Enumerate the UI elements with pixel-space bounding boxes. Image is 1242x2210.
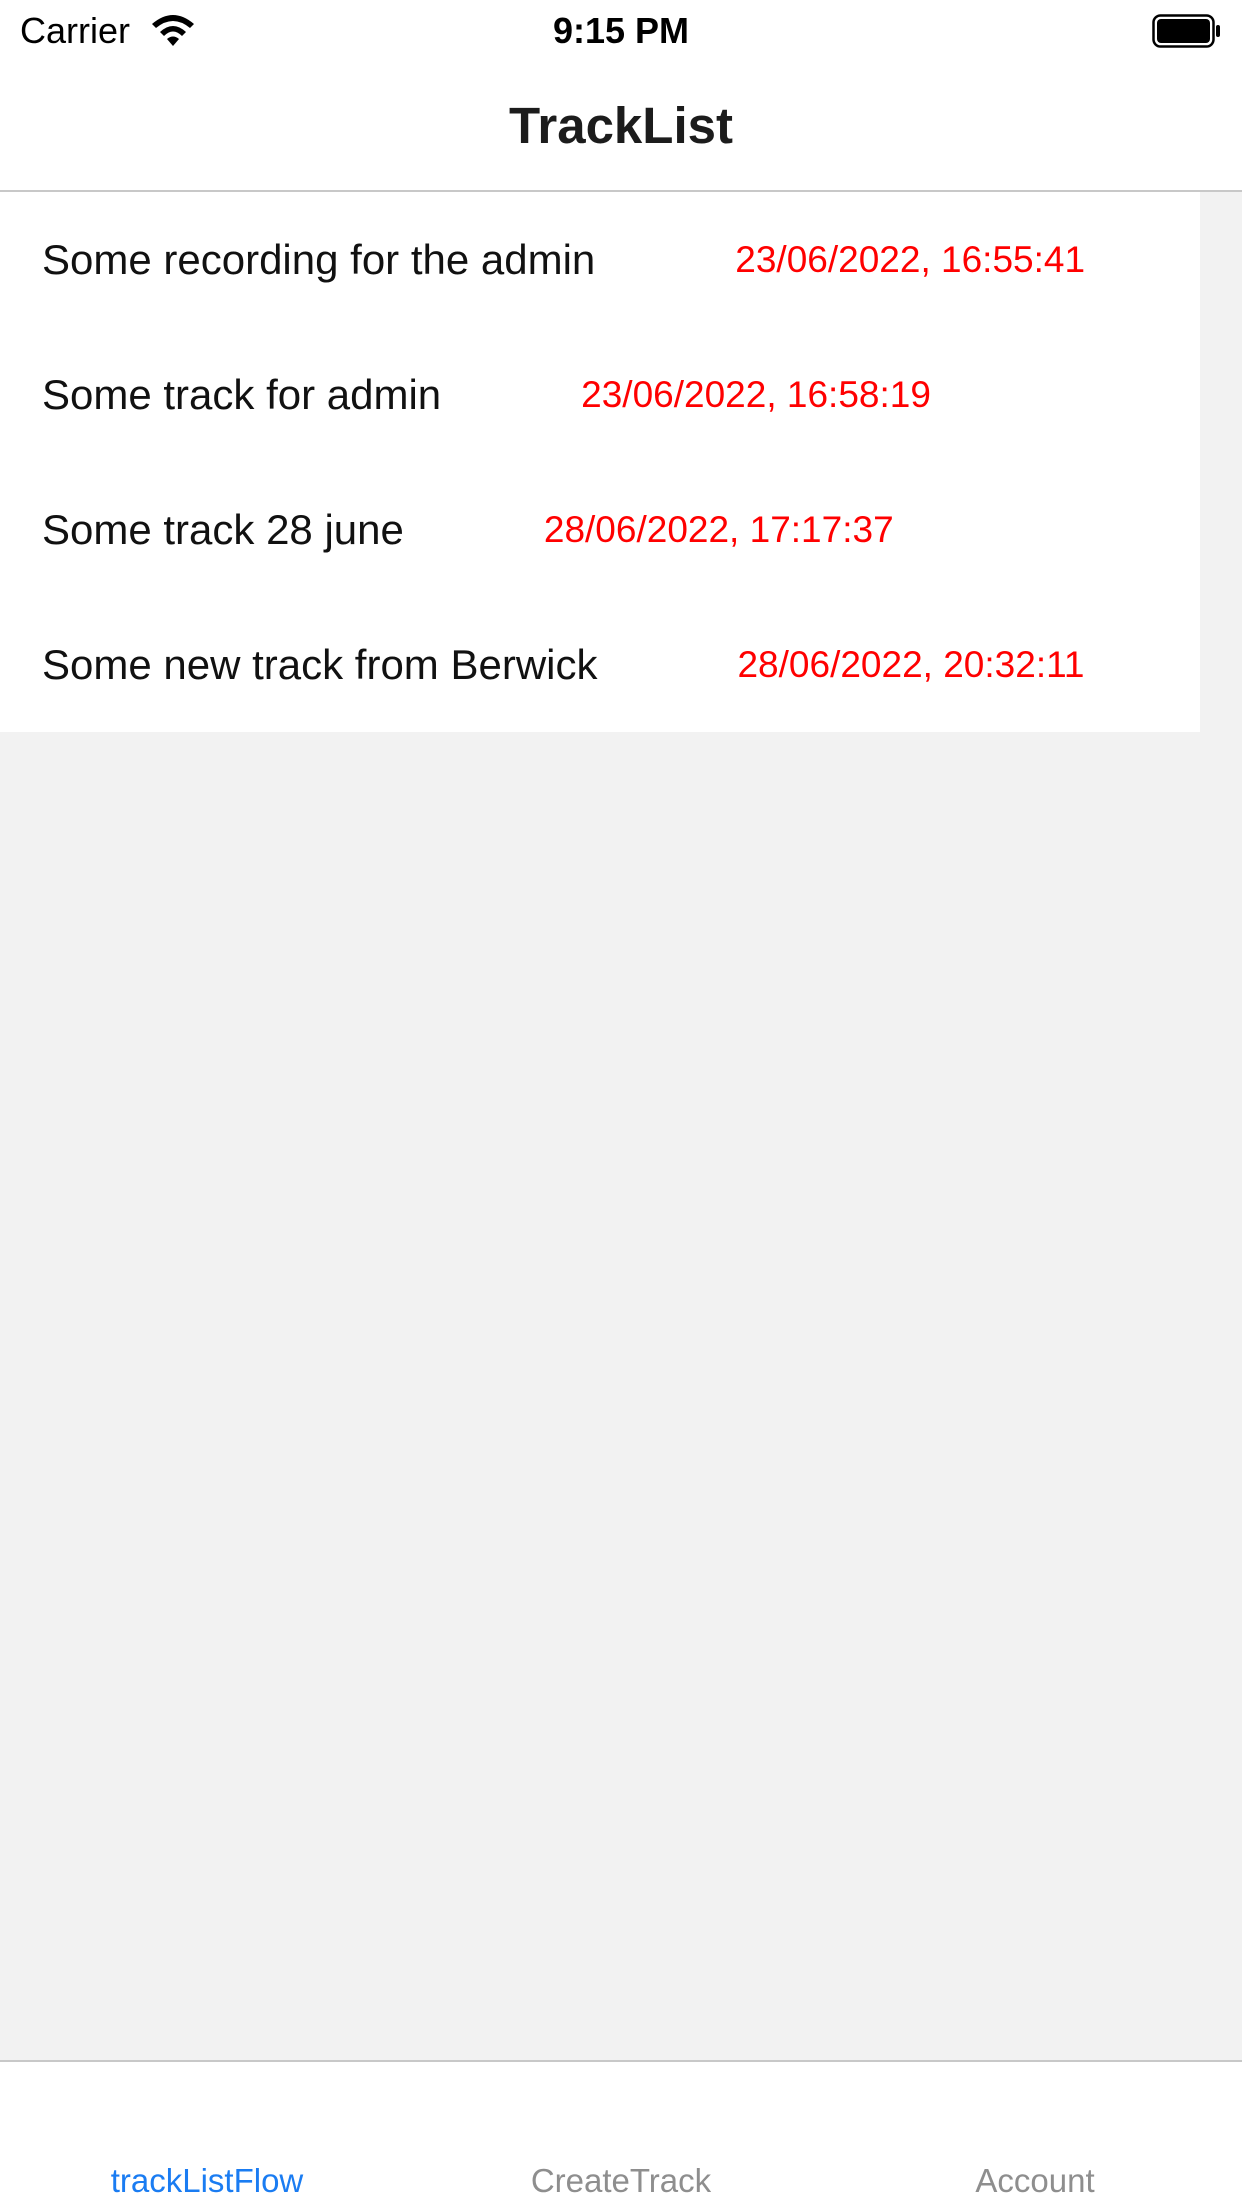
track-row[interactable]: Some track 28 june 28/06/2022, 17:17:37 [0,462,1200,597]
track-list: Some recording for the admin 23/06/2022,… [0,192,1200,732]
track-title: Some new track from Berwick [42,640,598,688]
status-bar: Carrier 9:15 PM [0,0,1242,60]
track-row[interactable]: Some recording for the admin 23/06/2022,… [0,192,1200,327]
track-row[interactable]: Some new track from Berwick 28/06/2022, … [0,597,1200,732]
track-title: Some recording for the admin [42,235,596,283]
tab-tracklistflow[interactable]: trackListFlow [0,2162,414,2200]
track-row[interactable]: Some track for admin 23/06/2022, 16:58:1… [0,327,1200,462]
tab-bar: trackListFlow CreateTrack Account [0,2060,1242,2210]
tab-account[interactable]: Account [828,2162,1242,2200]
track-date: 23/06/2022, 16:55:41 [735,238,1086,280]
track-title: Some track for admin [42,370,442,418]
track-date: 28/06/2022, 20:32:11 [737,643,1085,685]
track-date: 23/06/2022, 16:58:19 [581,373,931,415]
page-title: TrackList [509,97,733,154]
battery-icon [1152,14,1220,48]
track-date: 28/06/2022, 17:17:37 [543,508,894,550]
tab-createtrack[interactable]: CreateTrack [414,2162,828,2200]
navigation-bar: TrackList [0,60,1242,192]
track-title: Some track 28 june [42,505,404,553]
clock-time: 9:15 PM [552,10,690,51]
